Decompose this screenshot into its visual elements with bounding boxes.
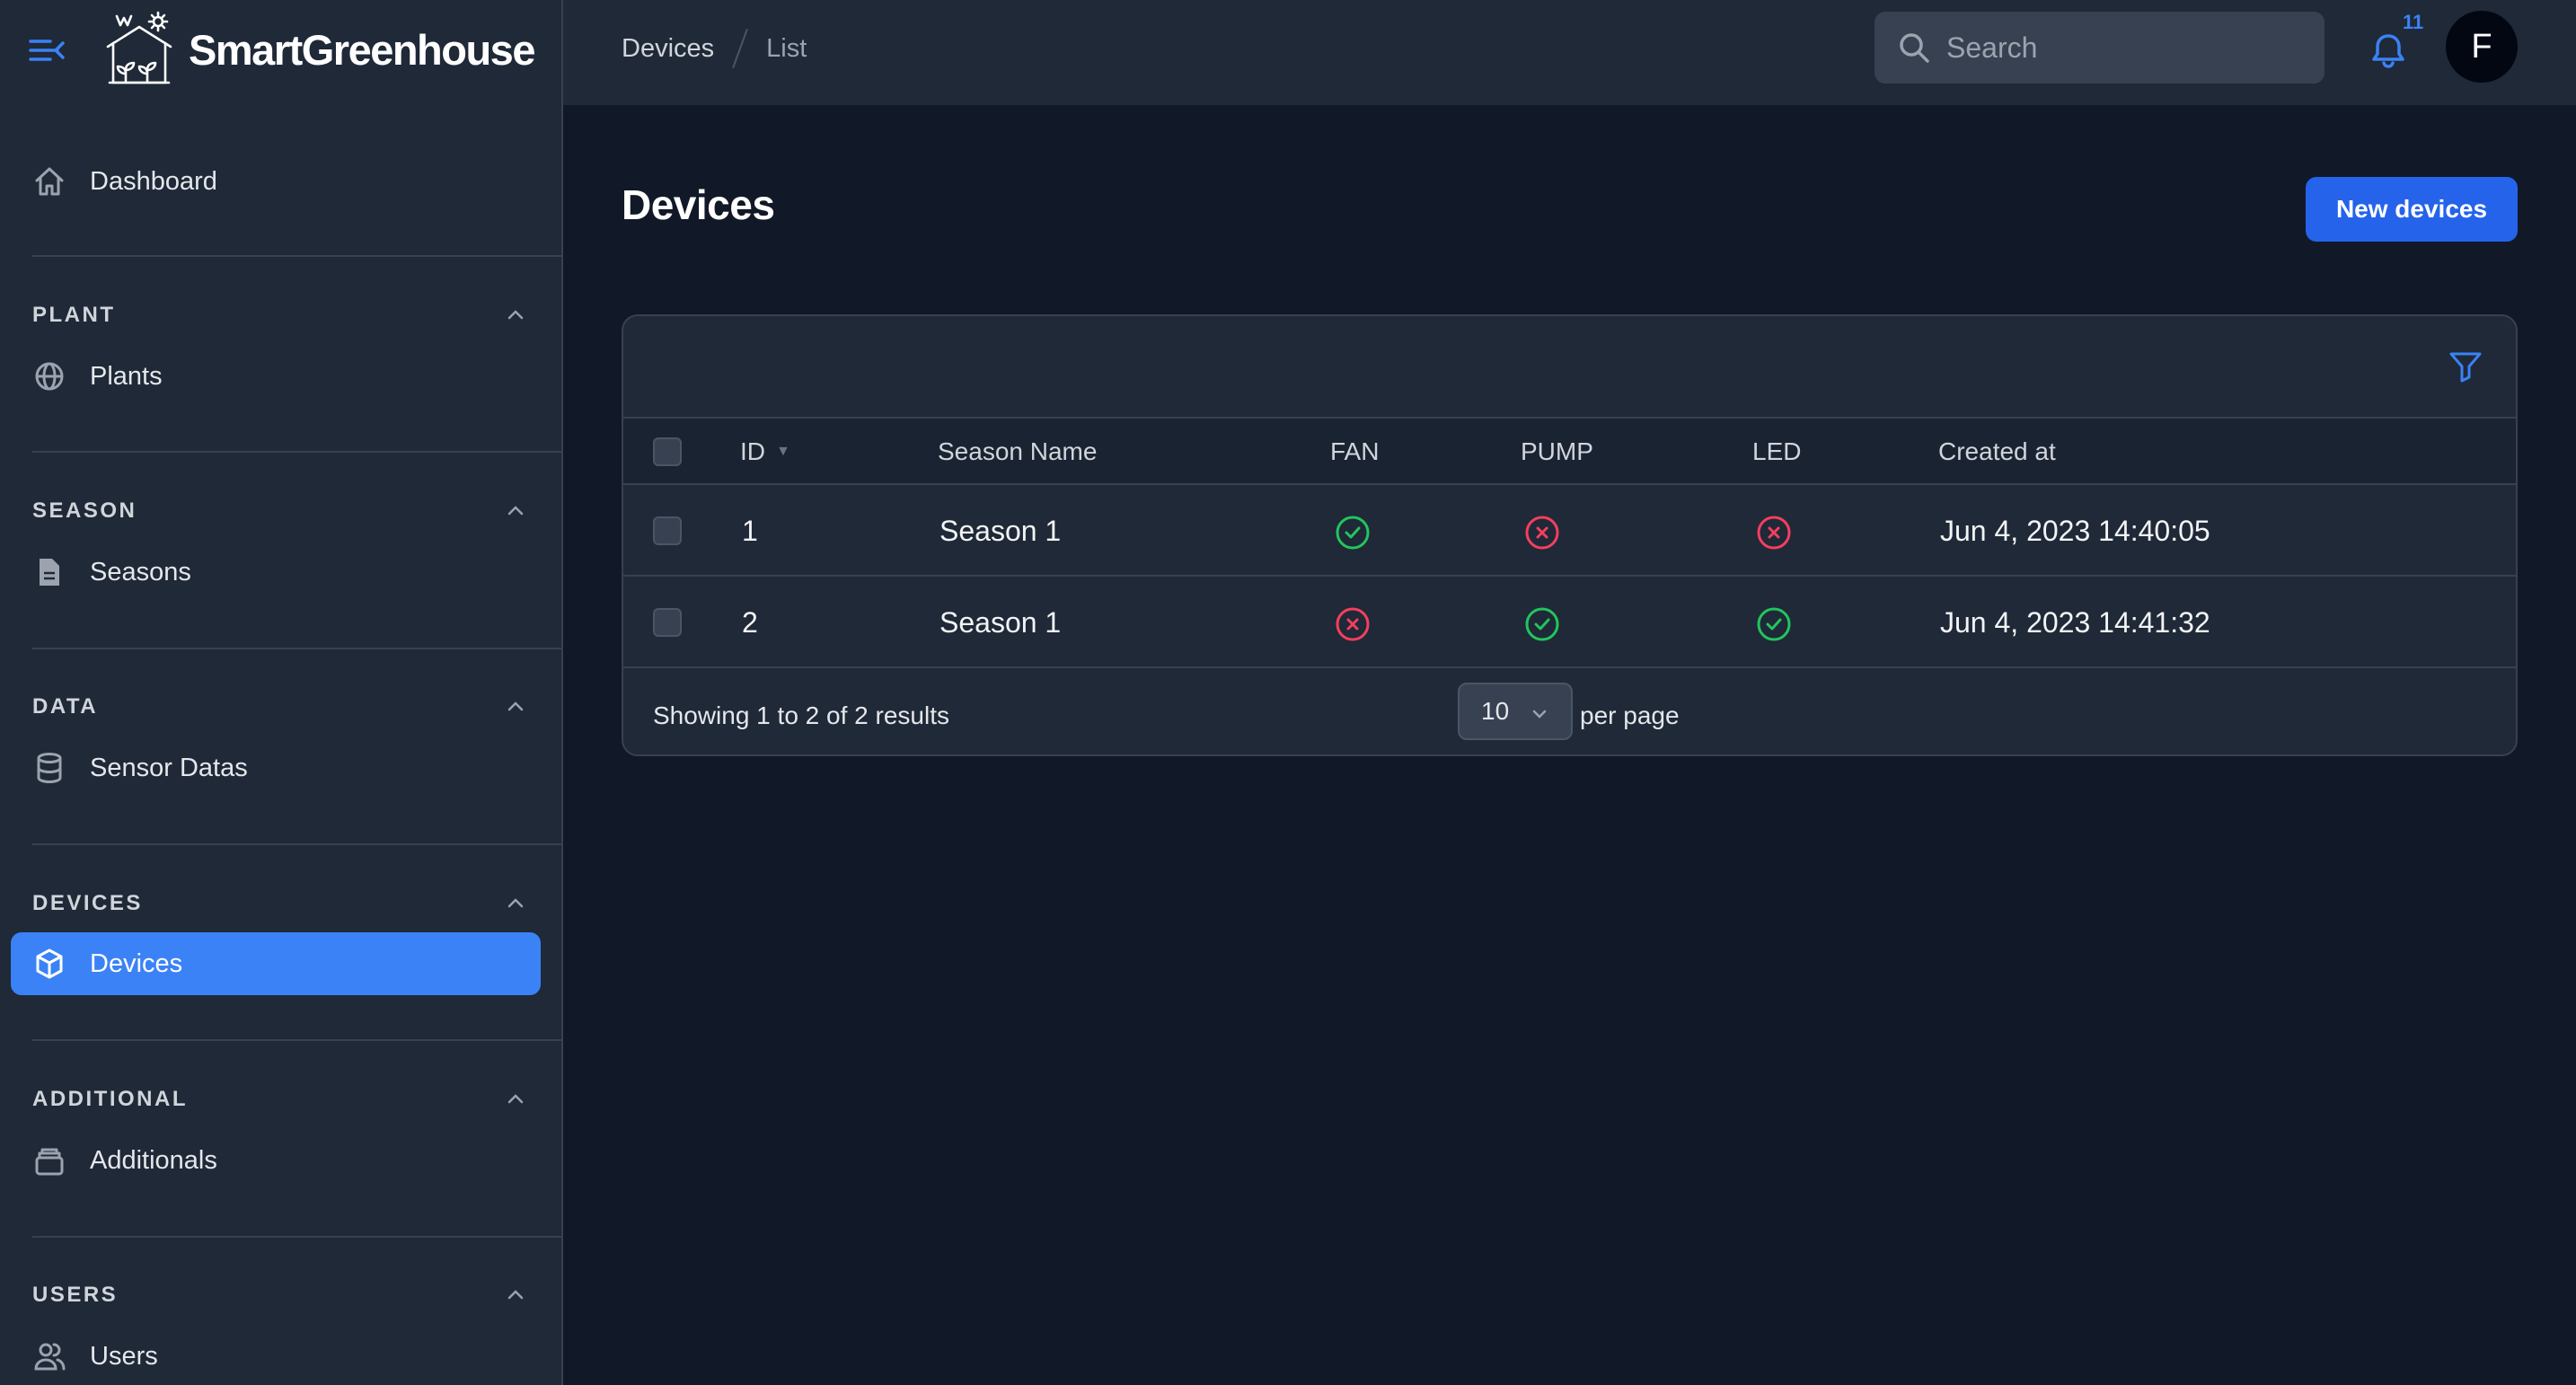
sidebar-item-devices[interactable]: Devices (11, 932, 541, 995)
menu-toggle-icon[interactable] (27, 32, 66, 68)
results-summary: Showing 1 to 2 of 2 results (653, 701, 949, 729)
group-label: SEASON (32, 498, 137, 523)
table-header: ID ▼ Season Name FAN PUMP LED Created at (623, 419, 2516, 485)
breadcrumb: Devices List (622, 29, 807, 68)
top-bar: SmartGreenhouse Devices List 11 F (0, 0, 2576, 105)
cell-id: 2 (742, 605, 758, 639)
brand-name: SmartGreenhouse (189, 26, 535, 74)
sidebar: Dashboard PLANT Plants SEASON Seasons DA… (0, 105, 563, 1385)
chevron-down-icon (1532, 710, 1547, 719)
cell-id: 1 (742, 514, 758, 547)
users-icon (32, 1339, 66, 1373)
user-avatar[interactable]: F (2446, 11, 2518, 83)
sidebar-divider (32, 843, 563, 845)
sidebar-divider (32, 255, 563, 257)
sidebar-item-plants[interactable]: Plants (11, 345, 541, 408)
cube-icon (32, 947, 66, 981)
group-header-additional[interactable]: ADDITIONAL (32, 1081, 526, 1117)
sidebar-item-sensor-datas[interactable]: Sensor Datas (11, 737, 541, 799)
sidebar-item-label: Users (90, 1341, 158, 1371)
row-checkbox[interactable] (653, 516, 682, 545)
devices-table-card: ID ▼ Season Name FAN PUMP LED Created at… (622, 314, 2518, 756)
cell-created-at: Jun 4, 2023 14:41:32 (1940, 605, 2210, 639)
column-header-created-at: Created at (1938, 437, 2056, 465)
chevron-up-icon (507, 310, 524, 320)
group-header-season[interactable]: SEASON (32, 493, 526, 529)
search-box[interactable] (1875, 12, 2325, 84)
table-row[interactable]: 2 Season 1 Jun 4, 2023 14:41:32 (623, 577, 2516, 668)
sidebar-item-seasons[interactable]: Seasons (11, 541, 541, 604)
group-header-devices[interactable]: DEVICES (32, 886, 526, 922)
sidebar-divider (32, 1039, 563, 1041)
globe-icon (32, 359, 66, 393)
home-icon (32, 164, 66, 198)
per-page-label: per page (1580, 701, 1680, 729)
check-circle-icon (1757, 607, 1791, 641)
breadcrumb-separator (732, 29, 748, 68)
cell-season-name: Season 1 (940, 514, 1062, 547)
chevron-up-icon (507, 701, 524, 711)
group-header-plant[interactable]: PLANT (32, 297, 526, 333)
sidebar-item-users[interactable]: Users (11, 1325, 541, 1385)
group-label: USERS (32, 1283, 119, 1307)
chevron-up-icon (507, 898, 524, 908)
chevron-up-icon (507, 506, 524, 516)
sidebar-item-label: Seasons (90, 557, 191, 587)
sidebar-divider (32, 451, 563, 453)
sidebar-item-label: Sensor Datas (90, 753, 248, 782)
app-root: SmartGreenhouse Devices List 11 F (0, 0, 2576, 1385)
sidebar-divider (32, 1236, 563, 1238)
group-label: PLANT (32, 303, 116, 327)
per-page-value: 10 (1481, 697, 1510, 725)
column-header-id[interactable]: ID ▼ (740, 419, 790, 485)
document-icon (32, 555, 66, 589)
column-label: ID (740, 437, 765, 465)
column-header-fan: FAN (1330, 437, 1380, 465)
group-header-users[interactable]: USERS (32, 1277, 526, 1313)
breadcrumb-current: List (766, 33, 807, 63)
cell-created-at: Jun 4, 2023 14:40:05 (1940, 514, 2210, 547)
check-circle-icon (1525, 607, 1559, 641)
database-icon (32, 751, 66, 785)
group-label: ADDITIONAL (32, 1087, 188, 1111)
notification-count-badge: 11 (2403, 11, 2424, 33)
sidebar-item-label: Devices (90, 948, 183, 978)
group-header-data[interactable]: DATA (32, 689, 526, 725)
per-page-select[interactable]: 10 (1458, 683, 1573, 740)
sidebar-item-dashboard[interactable]: Dashboard (11, 150, 541, 213)
brand-area: SmartGreenhouse (0, 0, 563, 105)
page-title: Devices (622, 181, 775, 228)
sort-caret-icon: ▼ (776, 444, 790, 459)
cell-season-name: Season 1 (940, 605, 1062, 639)
table-row[interactable]: 1 Season 1 Jun 4, 2023 14:40:05 (623, 485, 2516, 577)
search-icon (1900, 33, 1929, 63)
group-label: DEVICES (32, 891, 143, 915)
archive-icon (32, 1143, 66, 1178)
greenhouse-logo-icon (106, 11, 172, 84)
new-devices-button[interactable]: New devices (2306, 177, 2518, 242)
search-input[interactable] (1946, 12, 2306, 84)
chevron-up-icon (507, 1290, 524, 1300)
sidebar-divider (32, 648, 563, 649)
sidebar-item-label: Plants (90, 361, 163, 391)
filter-icon[interactable] (2448, 348, 2483, 384)
select-all-checkbox[interactable] (653, 437, 682, 466)
sidebar-item-label: Dashboard (90, 166, 217, 196)
column-header-led: LED (1752, 437, 1802, 465)
x-circle-icon (1757, 516, 1791, 550)
row-checkbox[interactable] (653, 608, 682, 637)
group-label: DATA (32, 694, 99, 719)
x-circle-icon (1336, 607, 1370, 641)
chevron-up-icon (507, 1094, 524, 1104)
sidebar-item-label: Additionals (90, 1145, 217, 1175)
sidebar-item-additionals[interactable]: Additionals (11, 1129, 541, 1192)
notification-bell-icon[interactable] (2369, 31, 2408, 70)
column-header-season-name: Season Name (938, 437, 1098, 465)
column-header-pump: PUMP (1521, 437, 1593, 465)
x-circle-icon (1525, 516, 1559, 550)
table-toolbar (623, 316, 2516, 419)
check-circle-icon (1336, 516, 1370, 550)
breadcrumb-devices-link[interactable]: Devices (622, 34, 714, 64)
